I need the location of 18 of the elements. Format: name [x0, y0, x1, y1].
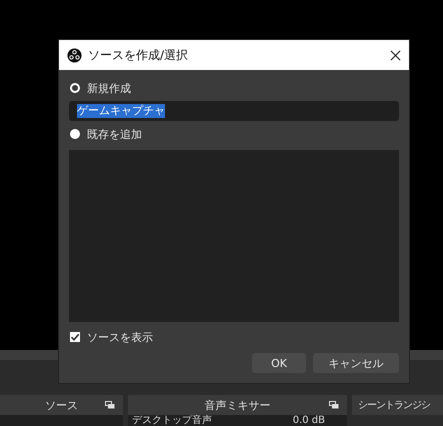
checkbox[interactable]: [70, 332, 80, 342]
window-title: ソースを作成/選択: [88, 46, 190, 64]
volume-reading: 0.0 dB: [292, 415, 325, 426]
radio-button[interactable]: [70, 83, 80, 93]
option-label: 既存を追加: [87, 126, 142, 142]
logo-icon: [67, 48, 82, 62]
undock-icon[interactable]: [329, 401, 339, 409]
ok-button[interactable]: OK: [252, 353, 306, 373]
undock-icon[interactable]: [105, 401, 115, 409]
cancel-button[interactable]: キャンセル: [313, 353, 399, 373]
dock-title: 音声ミキサー: [204, 398, 270, 412]
option-label: 新規作成: [87, 80, 131, 96]
dock-title: ソース: [45, 398, 78, 412]
checkbox-label: ソースを表示: [87, 330, 153, 344]
dock-title: シーントランジシ: [358, 399, 430, 412]
close-icon[interactable]: [390, 50, 401, 60]
radio-button[interactable]: [70, 129, 80, 139]
name-input-field[interactable]: ゲームキャプチャ: [69, 101, 399, 121]
